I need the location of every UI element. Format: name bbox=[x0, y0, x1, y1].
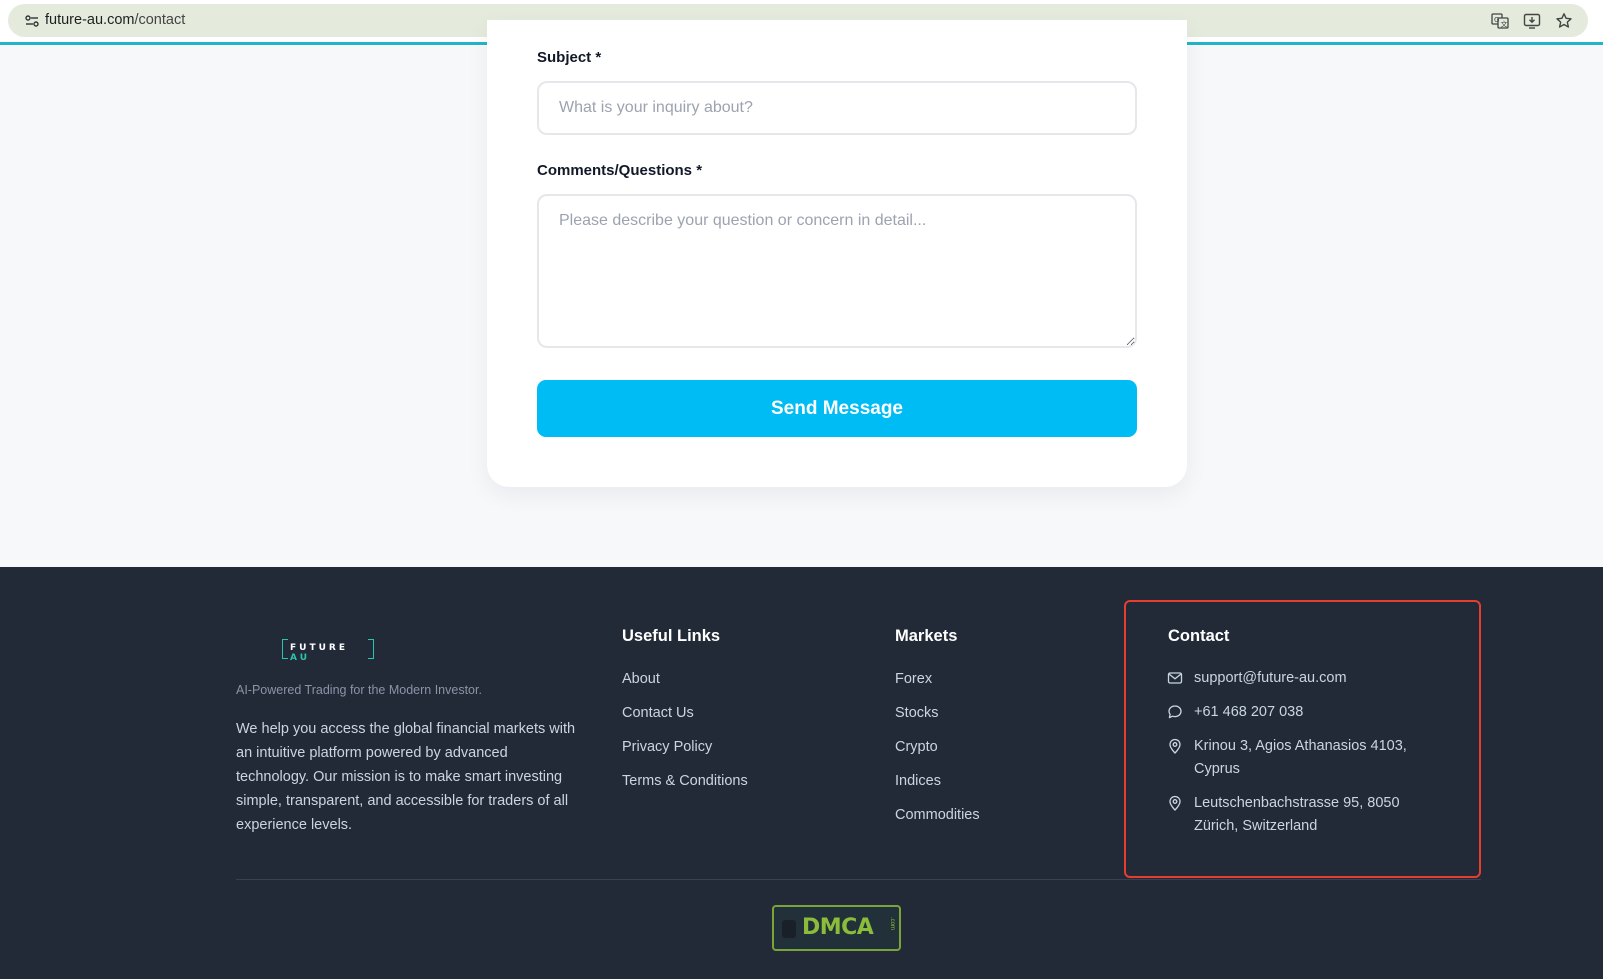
subject-label: Subject * bbox=[537, 49, 601, 66]
logo-accent-word: AU bbox=[290, 653, 310, 663]
dmca-badge-text: DMCA bbox=[802, 915, 874, 940]
map-pin-icon bbox=[1169, 738, 1181, 754]
footer-link-crypto[interactable]: Crypto bbox=[895, 739, 938, 755]
address-zurich-line1: Leutschenbachstrasse 95, 8050 bbox=[1194, 795, 1400, 811]
mail-icon bbox=[1167, 672, 1183, 684]
logo-bracket-left bbox=[282, 639, 288, 659]
footer-link-stocks[interactable]: Stocks bbox=[895, 705, 939, 721]
logo-bracket-right bbox=[368, 639, 374, 659]
required-mark: * bbox=[595, 49, 602, 66]
contact-address-cyprus: Krinou 3, Agios Athanasios 4103, Cyprus bbox=[1194, 735, 1407, 781]
url-host: future-au.com bbox=[45, 12, 135, 28]
footer-divider bbox=[236, 879, 1481, 880]
dmca-badge[interactable]: DMCA .com bbox=[772, 905, 901, 951]
address-cyprus-line2: Cyprus bbox=[1194, 761, 1240, 777]
footer-about-text: We help you access the global financial … bbox=[236, 721, 576, 833]
markets-title: Markets bbox=[895, 627, 958, 645]
send-message-button[interactable]: Send Message bbox=[537, 380, 1137, 437]
useful-links-title: Useful Links bbox=[622, 627, 721, 645]
contact-email-link[interactable]: support@future-au.com bbox=[1194, 667, 1347, 690]
contact-phone-link[interactable]: +61 468 207 038 bbox=[1194, 701, 1303, 724]
footer-link-forex[interactable]: Forex bbox=[895, 671, 932, 687]
logo-text: FUTURE AU bbox=[290, 643, 374, 663]
logo-word: FUTURE bbox=[290, 643, 348, 653]
dmca-badge-mark bbox=[782, 920, 796, 938]
footer-link-privacy-policy[interactable]: Privacy Policy bbox=[622, 739, 712, 755]
footer-link-about[interactable]: About bbox=[622, 671, 660, 687]
bookmark-star-icon[interactable] bbox=[1555, 12, 1573, 30]
address-cyprus-line1: Krinou 3, Agios Athanasios 4103, bbox=[1194, 738, 1407, 754]
contact-form-card: Subject * Comments/Questions * Send Mess… bbox=[487, 20, 1187, 487]
url-text[interactable]: future-au.com/contact bbox=[45, 12, 185, 28]
future-au-logo[interactable]: FUTURE AU bbox=[282, 639, 374, 663]
site-footer: FUTURE AU AI-Powered Trading for the Mod… bbox=[0, 567, 1603, 979]
dmca-badge-suffix: .com bbox=[889, 917, 895, 931]
install-app-icon[interactable] bbox=[1523, 12, 1541, 30]
translate-icon[interactable]: G 文 bbox=[1491, 12, 1509, 30]
required-mark: * bbox=[696, 162, 703, 179]
comments-textarea[interactable] bbox=[537, 194, 1137, 348]
comments-label-text: Comments/Questions bbox=[537, 162, 693, 179]
address-zurich-line2: Zürich, Switzerland bbox=[1194, 818, 1318, 834]
chat-bubble-icon bbox=[1168, 705, 1182, 719]
site-info-icon[interactable] bbox=[24, 13, 40, 29]
subject-label-text: Subject bbox=[537, 49, 592, 66]
contact-title: Contact bbox=[1168, 627, 1230, 645]
footer-tagline: AI-Powered Trading for the Modern Invest… bbox=[236, 683, 482, 697]
footer-link-terms[interactable]: Terms & Conditions bbox=[622, 773, 748, 789]
contact-address-zurich: Leutschenbachstrasse 95, 8050 Zürich, Sw… bbox=[1194, 792, 1400, 838]
url-path: /contact bbox=[134, 12, 186, 28]
footer-link-indices[interactable]: Indices bbox=[895, 773, 941, 789]
footer-link-contact-us[interactable]: Contact Us bbox=[622, 705, 694, 721]
footer-contact-section: Contact support@future-au.com +61 468 20… bbox=[1124, 600, 1481, 878]
map-pin-icon bbox=[1169, 795, 1181, 811]
comments-label: Comments/Questions * bbox=[537, 162, 702, 179]
footer-link-commodities[interactable]: Commodities bbox=[895, 807, 980, 823]
subject-input[interactable] bbox=[537, 81, 1137, 135]
svg-text:G: G bbox=[1494, 16, 1499, 24]
svg-text:文: 文 bbox=[1501, 20, 1508, 29]
